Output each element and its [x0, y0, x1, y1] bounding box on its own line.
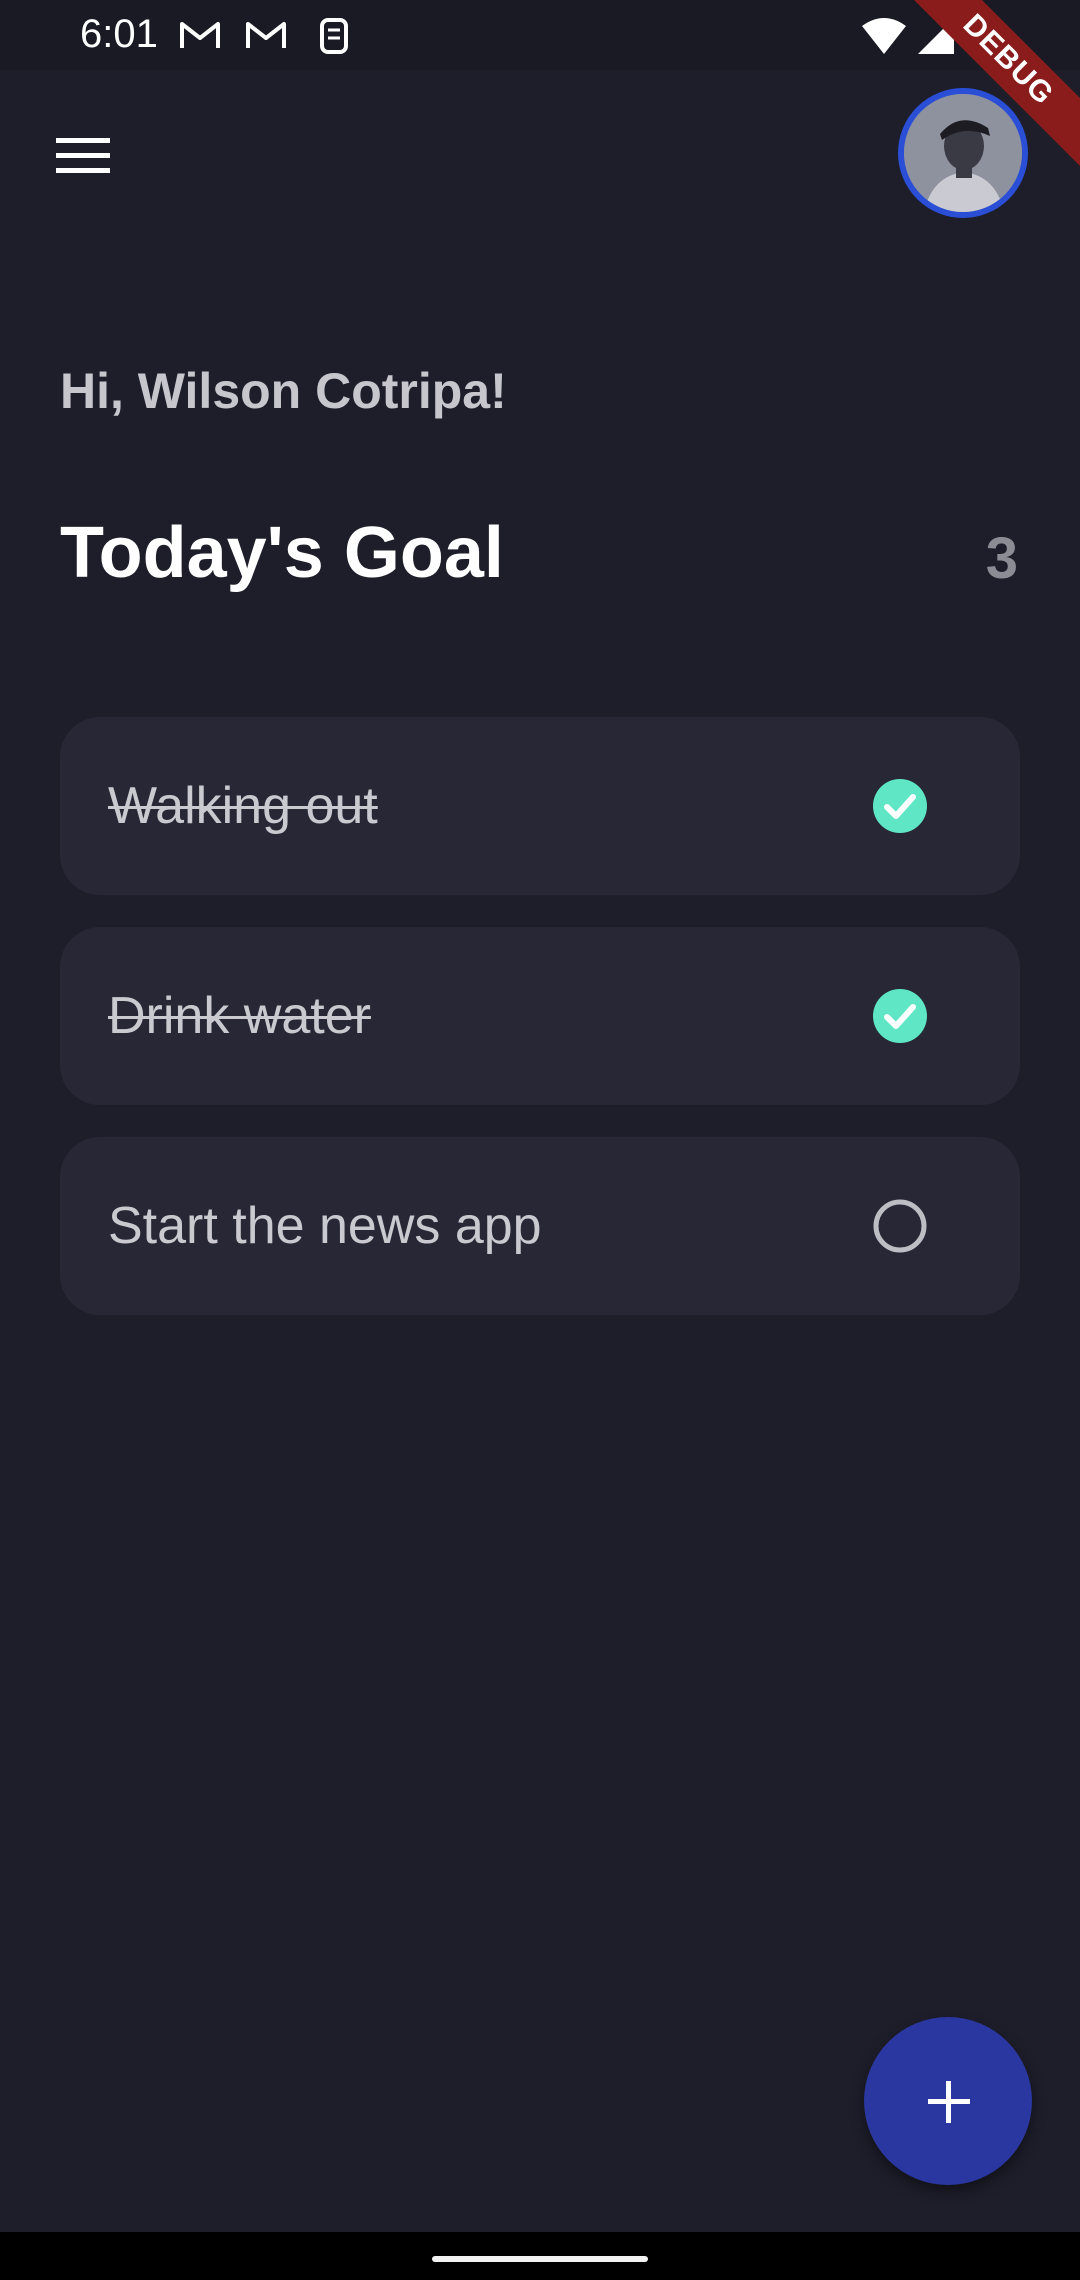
status-time: 6:01 [80, 12, 158, 56]
checked-circle-icon[interactable] [872, 988, 928, 1044]
task-item[interactable]: Drink water [60, 927, 1020, 1105]
unchecked-circle-icon[interactable] [872, 1198, 928, 1254]
gmail-icon [246, 22, 286, 48]
checked-circle-icon[interactable] [872, 778, 928, 834]
user-avatar[interactable] [898, 88, 1028, 218]
gmail-icon [180, 22, 220, 48]
menu-button[interactable] [48, 130, 120, 182]
task-item[interactable]: Start the news app [60, 1137, 1020, 1315]
goal-count: 3 [985, 526, 1018, 591]
page-title: Today's Goal [60, 513, 504, 593]
hamburger-menu-icon [56, 138, 110, 173]
task-label: Start the news app [108, 1197, 542, 1255]
home-gesture-handle[interactable] [432, 2256, 648, 2262]
status-bar: 6:01 [0, 0, 1080, 70]
greeting-text: Hi, Wilson Cotripa! [60, 363, 507, 419]
plus-icon [928, 2081, 970, 2123]
task-label: Walking out [108, 777, 378, 835]
avatar-photo [904, 94, 1022, 212]
task-list: Walking out Drink water Start the news a… [60, 717, 1020, 1347]
task-label: Drink water [108, 987, 371, 1045]
navigation-bar [0, 2232, 1080, 2280]
sim-icon [320, 18, 348, 54]
wifi-icon [862, 18, 906, 54]
app-screen: 6:01 DEBUG Hi, Wilson Cotripa! Today's G… [0, 0, 1080, 2280]
add-task-button[interactable] [864, 2017, 1032, 2185]
task-item[interactable]: Walking out [60, 717, 1020, 895]
